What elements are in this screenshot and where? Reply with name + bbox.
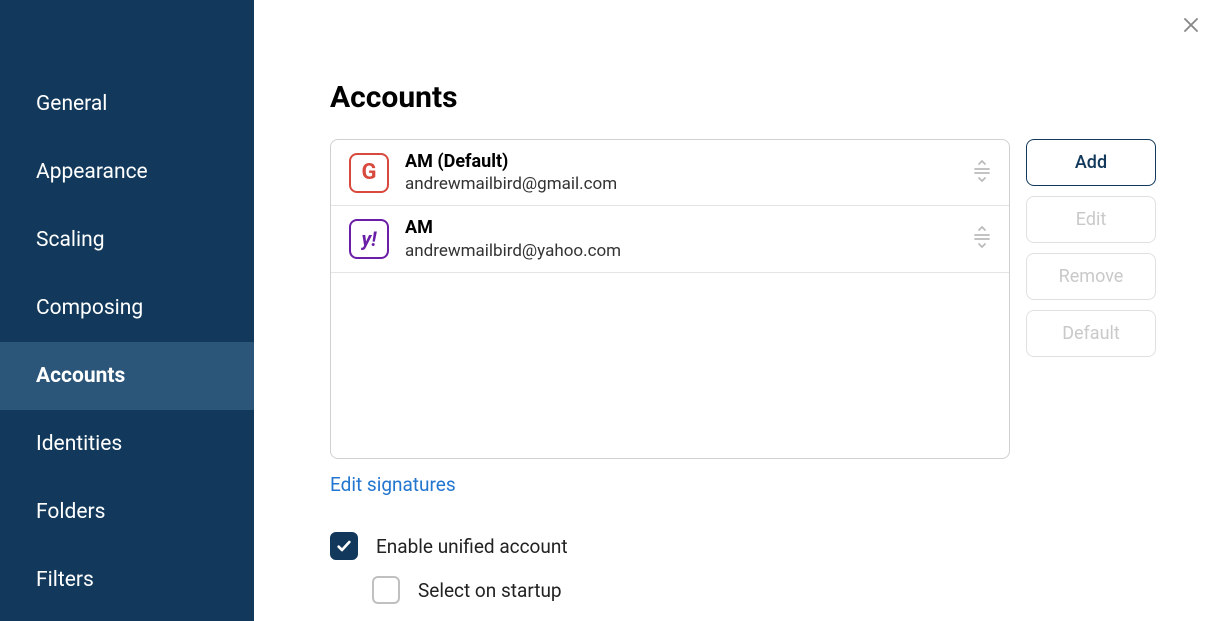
drag-handle-icon[interactable] (973, 225, 991, 253)
account-name: AM (405, 216, 973, 239)
page-title: Accounts (330, 80, 1184, 115)
startup-label: Select on startup (418, 579, 562, 602)
edit-button[interactable]: Edit (1026, 196, 1156, 243)
sidebar-item-folders[interactable]: Folders (0, 478, 254, 546)
option-select-on-startup: Select on startup (372, 576, 1184, 604)
account-email: andrewmailbird@gmail.com (405, 173, 973, 195)
startup-checkbox[interactable] (372, 576, 400, 604)
sidebar-item-composing[interactable]: Composing (0, 274, 254, 342)
drag-handle-icon[interactable] (973, 159, 991, 187)
account-row[interactable]: G AM (Default) andrewmailbird@gmail.com (331, 140, 1009, 206)
unified-checkbox[interactable] (330, 532, 358, 560)
add-button[interactable]: Add (1026, 139, 1156, 186)
sidebar: General Appearance Scaling Composing Acc… (0, 0, 254, 621)
sidebar-item-accounts[interactable]: Accounts (0, 342, 254, 410)
sidebar-item-general[interactable]: General (0, 70, 254, 138)
google-icon: G (349, 153, 389, 193)
close-button[interactable] (1182, 16, 1200, 38)
sidebar-item-filters[interactable]: Filters (0, 546, 254, 614)
account-row[interactable]: y! AM andrewmailbird@yahoo.com (331, 206, 1009, 272)
yahoo-icon: y! (349, 219, 389, 259)
unified-label: Enable unified account (376, 535, 568, 558)
sidebar-item-appearance[interactable]: Appearance (0, 138, 254, 206)
account-info: AM (Default) andrewmailbird@gmail.com (405, 150, 973, 195)
option-unified-account: Enable unified account (330, 532, 1184, 560)
account-name: AM (Default) (405, 150, 973, 173)
sidebar-item-scaling[interactable]: Scaling (0, 206, 254, 274)
remove-button[interactable]: Remove (1026, 253, 1156, 300)
sidebar-item-identities[interactable]: Identities (0, 410, 254, 478)
edit-signatures-link[interactable]: Edit signatures (330, 473, 456, 496)
options-section: Enable unified account Select on startup (330, 532, 1184, 604)
account-info: AM andrewmailbird@yahoo.com (405, 216, 973, 261)
account-email: andrewmailbird@yahoo.com (405, 240, 973, 262)
main-content: Accounts G AM (Default) andrewmailbird@g… (254, 0, 1224, 621)
accounts-list: G AM (Default) andrewmailbird@gmail.com … (330, 139, 1010, 459)
action-buttons: Add Edit Remove Default (1026, 139, 1156, 357)
default-button[interactable]: Default (1026, 310, 1156, 357)
